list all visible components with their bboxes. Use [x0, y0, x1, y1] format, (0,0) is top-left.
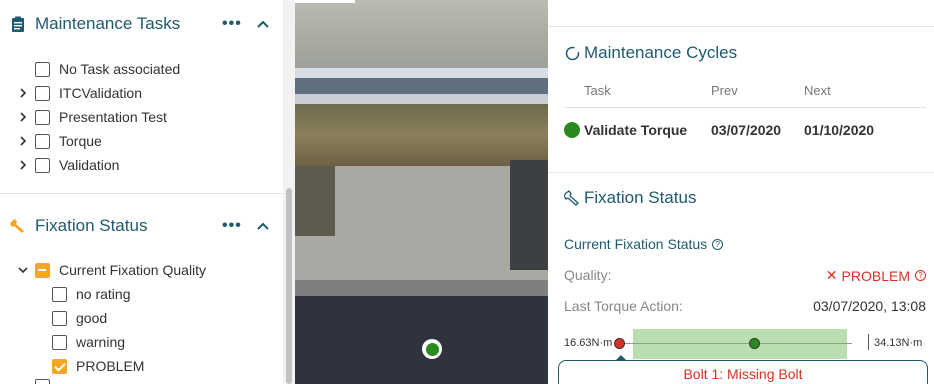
chevron-up-icon[interactable] [257, 217, 269, 235]
bolt-tooltip: Bolt 1: Missing Bolt [558, 360, 928, 384]
gauge-ok-range [633, 329, 847, 359]
cycle-icon [564, 45, 580, 61]
quality-value: ✕ PROBLEM ? [826, 267, 926, 284]
bolt-tooltip-text: Bolt 1: Missing Bolt [683, 366, 803, 382]
current-fixation-status-subtitle: Current Fixation Status ? [564, 236, 724, 252]
gauge-max-tick [868, 334, 869, 350]
gauge-axis [616, 343, 852, 344]
fixation-item-label: PROBLEM [76, 358, 145, 374]
wrench-icon [564, 190, 580, 206]
map-terrain [295, 0, 548, 70]
chevron-right-icon[interactable] [18, 112, 28, 122]
scrollbar-thumb[interactable] [286, 188, 292, 384]
task-item-torque[interactable]: Torque [0, 129, 283, 153]
task-item-label: No Task associated [59, 61, 181, 77]
map-rail [295, 78, 548, 94]
column-header-task: Task [584, 83, 611, 98]
map-parked-cars [295, 166, 335, 236]
map-vegetation [295, 104, 548, 166]
bolt-marker[interactable] [422, 339, 442, 359]
fixation-quality-parent[interactable]: Current Fixation Quality [0, 258, 283, 282]
chevron-down-icon[interactable] [18, 265, 28, 275]
fixation-item-no-rating[interactable]: no rating [17, 282, 283, 306]
map-parked-cars [510, 160, 548, 270]
table-divider [564, 107, 926, 108]
close-icon: ✕ [825, 267, 838, 283]
gauge-max-label: 34.13N·m [874, 337, 923, 349]
chevron-right-icon[interactable] [18, 88, 28, 98]
task-item-itcvalidation[interactable]: ITCValidation [0, 81, 283, 105]
task-item-label: ITCValidation [59, 85, 143, 101]
chevron-right-icon[interactable] [18, 136, 28, 146]
column-header-next: Next [804, 83, 831, 98]
checkbox-partial[interactable] [35, 262, 50, 278]
checkbox[interactable] [35, 157, 50, 173]
checkbox[interactable] [35, 133, 50, 149]
map-rail [295, 94, 548, 104]
help-icon[interactable]: ? [915, 270, 926, 281]
fixation-item-label: no rating [76, 286, 131, 302]
task-item-presentation-test[interactable]: Presentation Test [0, 105, 283, 129]
quality-value-text: PROBLEM [841, 267, 910, 284]
checkbox[interactable] [52, 286, 67, 302]
fixation-quality-label: Current Fixation Quality [59, 262, 207, 278]
left-panel: Maintenance Tasks ••• No Task associated… [0, 0, 295, 384]
clipboard-icon [10, 15, 26, 33]
chevron-up-icon[interactable] [257, 15, 269, 33]
last-torque-label: Last Torque Action: [564, 298, 683, 314]
subtitle-text: Current Fixation Status [564, 236, 708, 252]
map-shadow [295, 280, 548, 296]
gauge-current-marker[interactable] [614, 338, 625, 349]
fixation-status-title: Fixation Status [35, 216, 148, 235]
cycle-prev-date: 03/07/2020 [711, 122, 782, 138]
checkbox[interactable] [52, 334, 67, 350]
maintenance-tasks-header[interactable]: Maintenance Tasks ••• [0, 0, 283, 48]
fixation-item-warning[interactable]: warning [17, 330, 283, 354]
fixation-status-menu-icon[interactable]: ••• [222, 217, 242, 235]
chevron-right-icon[interactable] [18, 160, 28, 170]
right-panel: Maintenance Cycles Task Prev Next Valida… [548, 0, 934, 384]
help-icon[interactable]: ? [712, 238, 724, 250]
section-divider [0, 193, 283, 194]
checkbox-checked[interactable] [52, 358, 67, 374]
checkbox[interactable] [52, 310, 67, 326]
maintenance-cycles-title: Maintenance Cycles [584, 43, 738, 62]
checkbox[interactable] [35, 109, 50, 125]
right-panel-top-bar [548, 0, 934, 27]
fixation-item-label: warning [76, 334, 126, 350]
task-item-no-task[interactable]: No Task associated [0, 57, 283, 81]
map-rail [295, 68, 548, 78]
fixation-status-header[interactable]: Fixation Status ••• [0, 202, 283, 250]
task-item-label: Torque [59, 133, 102, 149]
cycle-task-name[interactable]: Validate Torque [584, 122, 687, 138]
gauge-target-marker [749, 338, 760, 349]
fixation-item-label: good [76, 310, 108, 326]
map-road [295, 296, 548, 384]
checkbox[interactable] [35, 61, 50, 77]
fixation-status-title: Fixation Status [584, 188, 697, 207]
maintenance-tasks-menu-icon[interactable]: ••• [222, 15, 242, 33]
gauge-min-label: 16.63N·m [564, 337, 613, 349]
section-divider [548, 172, 934, 173]
wrench-icon [10, 217, 26, 235]
map-edge [295, 0, 355, 3]
task-item-label: Validation [59, 157, 120, 173]
quality-label: Quality: [564, 267, 612, 283]
last-torque-value: 03/07/2020, 13:08 [813, 298, 926, 314]
task-item-validation[interactable]: Validation [0, 153, 283, 177]
checkbox[interactable] [35, 85, 50, 101]
fixation-item-good[interactable]: good [17, 306, 283, 330]
task-item-label: Presentation Test [59, 109, 167, 125]
column-header-prev: Prev [711, 83, 738, 98]
maintenance-tasks-title: Maintenance Tasks [35, 14, 181, 33]
cycle-next-date: 01/10/2020 [804, 122, 875, 138]
status-dot [564, 122, 580, 138]
fixation-item-problem[interactable]: PROBLEM [17, 354, 283, 378]
checkbox[interactable] [35, 379, 50, 384]
maintenance-cycles-header: Maintenance Cycles [564, 43, 737, 63]
fixation-status-header: Fixation Status [564, 188, 696, 208]
aerial-map[interactable] [295, 0, 548, 384]
